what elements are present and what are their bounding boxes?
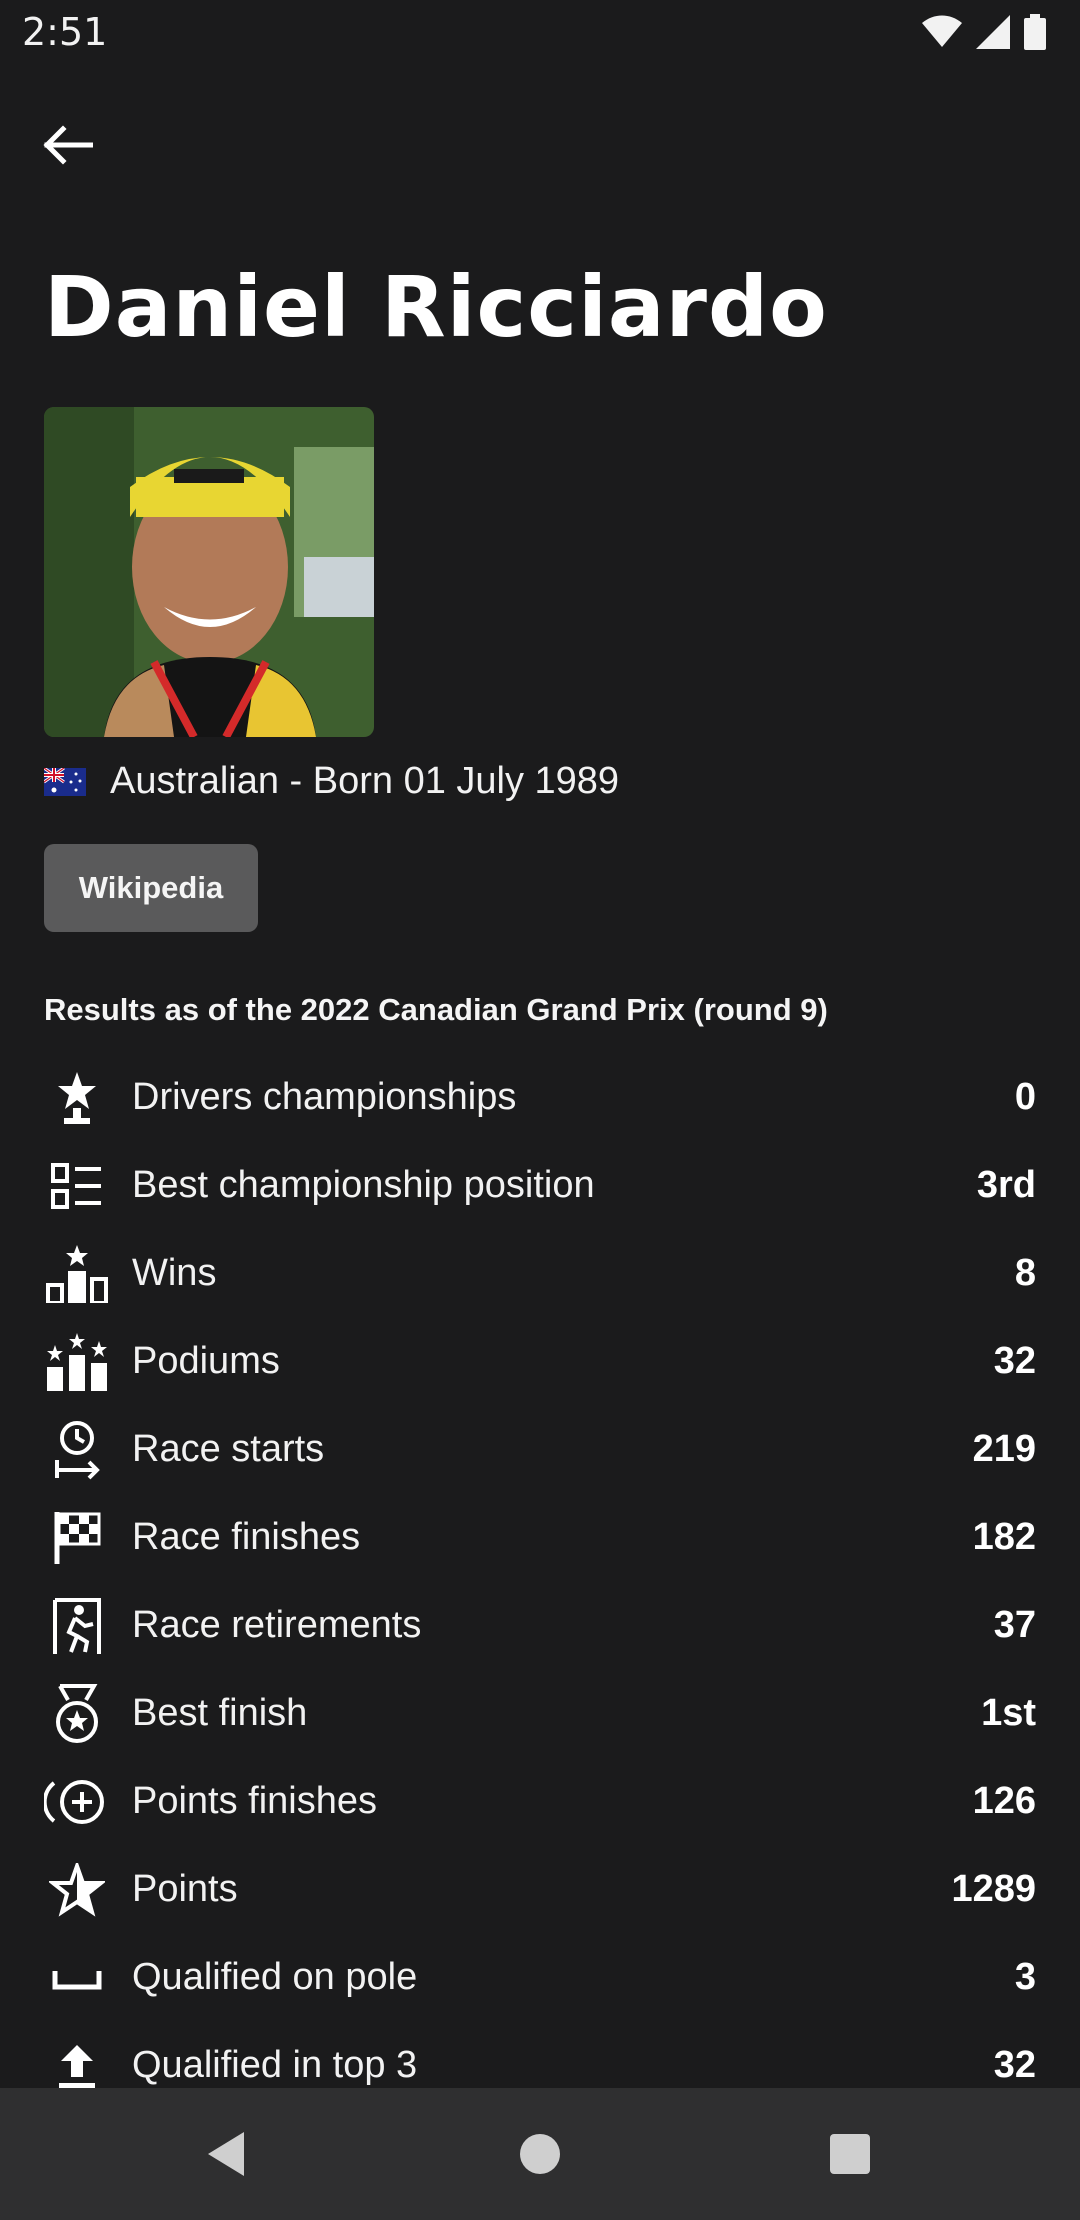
stat-value: 32 xyxy=(993,1340,1036,1382)
stat-row-race-retirements: Race retirements 37 xyxy=(0,1582,1080,1670)
stat-label: Qualified in top 3 xyxy=(132,2044,418,2086)
stat-label: Best finish xyxy=(132,1692,308,1734)
stat-row-best-championship-position: Best championship position 3rd xyxy=(0,1142,1080,1230)
stat-label: Wins xyxy=(132,1252,217,1294)
nationality-row: Australian - Born 01 July 1989 xyxy=(44,760,619,803)
stat-label: Race retirements xyxy=(132,1604,422,1646)
podium-stars-icon xyxy=(44,1333,110,1391)
stat-value: 3 xyxy=(1014,1956,1036,1998)
podium-star-icon xyxy=(44,1245,110,1303)
nav-recents-button[interactable] xyxy=(820,2124,880,2184)
results-note: Results as of the 2022 Canadian Grand Pr… xyxy=(44,992,828,1027)
stat-value: 182 xyxy=(972,1516,1036,1558)
stat-value: 32 xyxy=(993,2044,1036,2086)
space-bracket-icon xyxy=(44,1950,110,2006)
stat-row-wins: Wins 8 xyxy=(0,1230,1080,1318)
stat-row-best-finish: Best finish 1st xyxy=(0,1670,1080,1758)
upload-arrow-icon xyxy=(44,2038,110,2094)
stat-value: 0 xyxy=(1014,1076,1036,1118)
star-outline-icon xyxy=(44,1862,110,1918)
battery-icon xyxy=(1024,14,1046,50)
stat-row-points: Points 1289 xyxy=(0,1846,1080,1934)
stat-value: 3rd xyxy=(976,1164,1036,1206)
stat-row-podiums: Podiums 32 xyxy=(0,1318,1080,1406)
nav-back-button[interactable] xyxy=(196,2124,256,2184)
stat-value: 8 xyxy=(1014,1252,1036,1294)
stat-row-points-finishes: Points finishes 126 xyxy=(0,1758,1080,1846)
nav-recents-icon xyxy=(830,2134,870,2174)
nationality-text: Australian - Born 01 July 1989 xyxy=(110,760,620,802)
wikipedia-button[interactable]: Wikipedia xyxy=(44,844,258,932)
wifi-icon xyxy=(922,15,962,47)
medal-icon xyxy=(44,1684,110,1743)
checkered-flag-icon xyxy=(44,1510,110,1566)
australia-flag xyxy=(44,767,86,796)
driver-name: Daniel Ricciardo xyxy=(44,258,828,356)
stat-label: Podiums xyxy=(132,1340,280,1382)
stat-value: 219 xyxy=(972,1428,1036,1470)
system-nav-bar xyxy=(0,2088,1080,2220)
stat-value: 1st xyxy=(981,1692,1036,1734)
stat-label: Points xyxy=(132,1868,238,1910)
stats-list: Drivers championships 0 Best championshi… xyxy=(0,1054,1080,2110)
stat-label: Best championship position xyxy=(132,1164,595,1206)
stat-label: Race finishes xyxy=(132,1516,361,1558)
status-icons xyxy=(922,14,1046,50)
stat-row-drivers-championships: Drivers championships 0 xyxy=(0,1054,1080,1142)
stat-row-race-finishes: Race finishes 182 xyxy=(0,1494,1080,1582)
stat-value: 126 xyxy=(972,1780,1036,1822)
stat-label: Points finishes xyxy=(132,1780,378,1822)
ranking-list-icon xyxy=(44,1158,110,1214)
stat-value: 37 xyxy=(993,1604,1036,1646)
nav-home-button[interactable] xyxy=(510,2124,570,2184)
stat-label: Qualified on pole xyxy=(132,1956,418,1998)
arrow-left-icon xyxy=(43,125,93,165)
nav-back-icon xyxy=(208,2132,244,2176)
plus-circle-icon xyxy=(44,1774,110,1830)
stat-value: 1289 xyxy=(951,1868,1036,1910)
trophy-star-icon xyxy=(44,1070,110,1126)
driver-photo xyxy=(44,407,374,737)
stat-label: Drivers championships xyxy=(132,1076,517,1118)
stat-label: Race starts xyxy=(132,1428,325,1470)
stat-row-race-starts: Race starts 219 xyxy=(0,1406,1080,1494)
nav-home-icon xyxy=(520,2134,560,2174)
stat-row-qualified-on-pole: Qualified on pole 3 xyxy=(0,1934,1080,2022)
signal-icon xyxy=(976,15,1010,49)
driver-portrait-image xyxy=(44,407,374,737)
status-time: 2:51 xyxy=(22,10,108,54)
back-button[interactable] xyxy=(34,112,100,178)
status-bar: 2:51 xyxy=(0,0,1080,66)
exit-door-icon xyxy=(44,1598,110,1654)
timer-start-icon xyxy=(44,1421,110,1480)
